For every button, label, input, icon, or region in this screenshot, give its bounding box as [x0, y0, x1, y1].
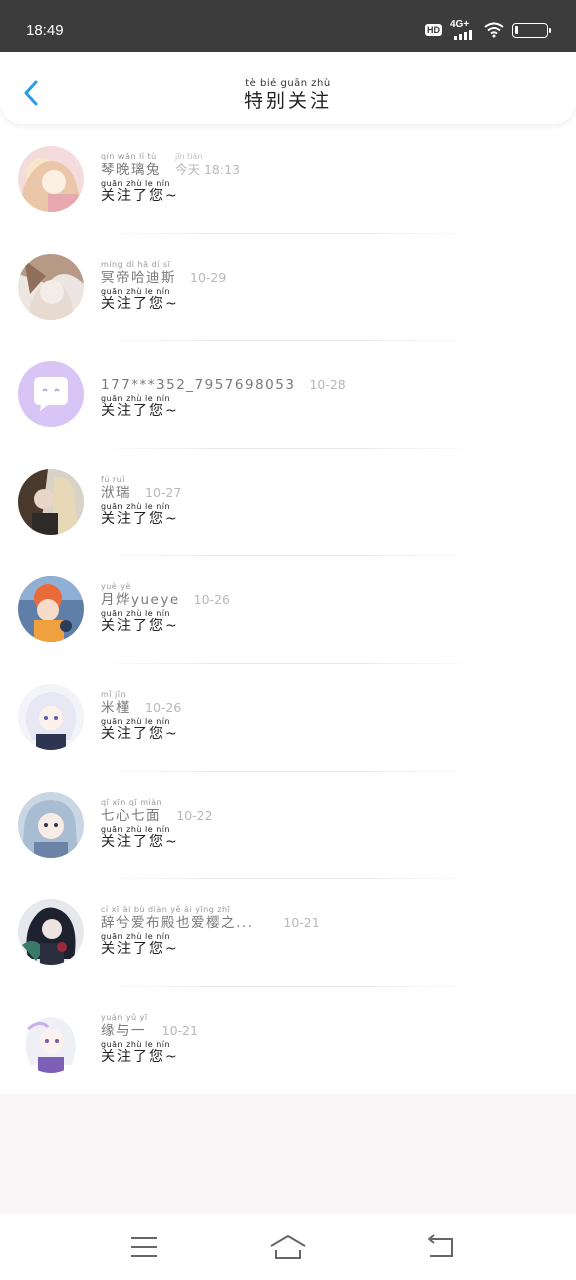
follow-time: 10-21 [283, 915, 320, 931]
name-pinyin: qín wǎn lí tù [101, 152, 157, 161]
system-nav-bar [0, 1214, 576, 1280]
avatar[interactable] [18, 683, 84, 750]
message-text: 关注了您~ [101, 1048, 179, 1065]
list-item[interactable]: qín wǎn lí tù 琴晚璃兔 jīn tiān 今天 18:13 guān … [0, 126, 576, 234]
home-icon[interactable] [268, 1232, 308, 1262]
page-title-pinyin: tè bié guān zhù [245, 78, 331, 89]
message-pinyin: guān zhù le nín [101, 286, 171, 296]
avatar[interactable] [18, 253, 84, 320]
name-pinyin: qī xīn qī miàn [101, 797, 163, 807]
message-pinyin: guān zhù le nín [101, 824, 171, 834]
battery-icon [512, 22, 551, 38]
page-title-text: 特别关注 [243, 90, 332, 112]
avatar[interactable] [18, 791, 84, 858]
user-name[interactable]: 月烨yueye [101, 592, 180, 608]
name-pinyin: míng dì hā dí sī [101, 259, 171, 269]
user-name[interactable]: 米槿 [101, 700, 131, 716]
menu-icon[interactable] [126, 1232, 162, 1262]
name-pinyin: fú ruì [101, 474, 126, 484]
user-name[interactable]: 177***352_7957698053 [101, 377, 295, 393]
list-item[interactable]: míng dì hā dí sī 冥帝哈迪斯 10-29 guān zhù le … [0, 234, 576, 342]
message-pinyin: guān zhù le nín [101, 716, 171, 726]
message-pinyin: guān zhù le nín [101, 1039, 171, 1049]
message-text: 关注了您~ [101, 188, 179, 204]
list-item[interactable]: yuè yè 月烨yueye 10-26 guān zhù le nín 关注了您… [0, 556, 576, 664]
name-pinyin: yuè yè [101, 582, 131, 592]
follow-time: 10-27 [145, 484, 182, 500]
avatar[interactable] [18, 361, 84, 428]
list-item[interactable]: cí xī ài bù diàn yě ài yīng zhī 辞兮爱布殿也爱樱之… [0, 879, 576, 987]
user-name[interactable]: 辞兮爱布殿也爱樱之... [101, 915, 253, 931]
user-name[interactable]: 冥帝哈迪斯 [101, 270, 176, 286]
message-text: 关注了您~ [101, 403, 179, 420]
follow-time: 10-26 [193, 592, 230, 608]
avatar[interactable] [18, 899, 84, 966]
user-name[interactable]: 七心七面 [101, 808, 162, 824]
message-pinyin: guān zhù le nín [101, 394, 171, 404]
follow-time: 10-29 [190, 269, 227, 285]
user-name[interactable]: 琴晚璃兔 [101, 162, 161, 178]
follow-time: 10-26 [145, 699, 182, 715]
list-item[interactable]: fú ruì 洑瑞 10-27 guān zhù le nín 关注了您~ [0, 449, 576, 557]
name-pinyin: cí xī ài bù diàn yě ài yīng zhī [101, 905, 231, 915]
message-text: 关注了您~ [101, 941, 179, 958]
message-text: 关注了您~ [101, 725, 179, 742]
avatar[interactable] [18, 146, 84, 212]
message-text: 关注了您~ [101, 295, 179, 312]
signal-icon: 4G+ [450, 19, 476, 40]
page-title: tè bié guān zhù 特别关注 [0, 78, 576, 112]
follow-list: qín wǎn lí tù 琴晚璃兔 jīn tiān 今天 18:13 guān … [0, 126, 576, 1094]
message-text: 关注了您~ [101, 618, 179, 635]
message-text: 关注了您~ [101, 510, 179, 527]
message-pinyin: guān zhù le nín [101, 932, 171, 942]
time-pinyin: jīn tiān [175, 152, 203, 161]
avatar[interactable] [18, 1006, 84, 1073]
hd-icon: HD [425, 24, 442, 36]
list-item[interactable]: qī xīn qī miàn 七心七面 10-22 guān zhù le nín… [0, 772, 576, 880]
status-bar: 18:49 HD 4G+ [0, 0, 576, 52]
user-name[interactable]: 洑瑞 [101, 485, 131, 501]
status-icons: HD 4G+ [425, 19, 551, 40]
wifi-icon [484, 22, 504, 38]
back-arrow-icon[interactable] [422, 1232, 458, 1262]
message-pinyin: guān zhù le nín [101, 501, 171, 511]
network-type: 4G+ [450, 19, 470, 30]
user-name[interactable]: 缘与一 [101, 1023, 148, 1039]
message-pinyin: guān zhù le nín [101, 179, 171, 188]
status-time: 18:49 [26, 22, 64, 39]
avatar[interactable] [18, 468, 84, 535]
list-item[interactable]: yuán yǔ yī 缘与一 10-21 guān zhù le nín 关注了您… [0, 987, 576, 1095]
follow-time: 今天 18:13 [175, 162, 240, 177]
message-text: 关注了您~ [101, 833, 179, 850]
empty-area [0, 1094, 576, 1214]
name-pinyin: yuán yǔ yī [101, 1012, 148, 1022]
list-item[interactable]: 177***352_7957698053 10-28 guān zhù le n… [0, 341, 576, 449]
name-pinyin: mǐ jǐn [101, 689, 127, 699]
list-item[interactable]: mǐ jǐn 米槿 10-26 guān zhù le nín 关注了您~ [0, 664, 576, 772]
follow-time: 10-21 [161, 1022, 198, 1038]
follow-time: 10-28 [309, 377, 346, 393]
avatar[interactable] [18, 576, 84, 643]
header: tè bié guān zhù 特别关注 [0, 52, 576, 124]
follow-time: 10-22 [176, 807, 213, 823]
